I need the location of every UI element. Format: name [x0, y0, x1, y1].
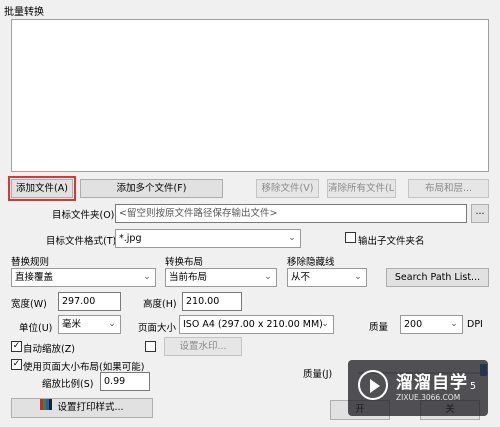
target-folder-input[interactable]: <留空则按原文件路径保存输出文件>: [115, 204, 467, 223]
replace-rule-value: 直接覆盖: [15, 272, 54, 283]
quality-j-label: 质量(J): [303, 369, 333, 380]
file-list[interactable]: [11, 19, 489, 172]
print-style-icon: [40, 399, 53, 416]
auto-zoom-label: 自动缩放(Z): [23, 344, 75, 355]
search-path-list-button[interactable]: Search Path List...: [386, 268, 489, 287]
chevron-down-icon: ⌄: [264, 272, 272, 282]
width-input[interactable]: 297.00: [58, 292, 121, 311]
convert-layout-select[interactable]: 当前布局 ⌄: [165, 268, 277, 287]
remove-hidden-lines-label: 移除隐藏线: [287, 257, 335, 268]
quality-dpi-value: 200: [404, 319, 423, 330]
chevron-down-icon: ⌄: [143, 272, 151, 282]
page-size-select[interactable]: ISO A4 (297.00 x 210.00 MM) ⌄: [179, 315, 334, 334]
browse-folder-button[interactable]: ...: [471, 204, 489, 223]
title-bar: 批量转换: [0, 0, 500, 18]
unit-label: 单位(U): [19, 323, 53, 334]
target-folder-label: 目标文件夹(O): [52, 210, 115, 221]
use-page-size-layout-checkbox[interactable]: ✓: [11, 359, 22, 370]
zoom-ratio-label: 缩放比例(S): [42, 379, 94, 390]
watermark-checkbox[interactable]: [145, 341, 156, 352]
output-subfolder-label: 输出子文件夹名: [358, 236, 425, 247]
watermark-digit: 5: [470, 381, 477, 392]
unit-select[interactable]: 毫米 ⌄: [58, 315, 121, 334]
add-multiple-files-button[interactable]: 添加多个文件(F): [80, 179, 223, 198]
replace-rule-label: 替换规则: [11, 257, 50, 268]
play-logo-icon: [358, 370, 388, 400]
unit-value: 毫米: [62, 319, 82, 330]
chevron-down-icon: ⌄: [450, 319, 458, 329]
print-style-label: 设置打印样式...: [57, 402, 124, 413]
auto-zoom-checkbox[interactable]: ✓: [11, 341, 22, 352]
chevron-down-icon: ⌄: [354, 272, 362, 282]
convert-layout-label: 转换布局: [165, 257, 204, 268]
clear-all-files-button[interactable]: 清除所有文件(L): [327, 179, 396, 198]
add-file-button[interactable]: 添加文件(A): [8, 176, 76, 201]
dpi-unit-label: DPI: [467, 319, 483, 330]
page-size-value: ISO A4 (297.00 x 210.00 MM): [183, 319, 323, 330]
layout-layers-button[interactable]: 布局和层...: [408, 179, 489, 198]
print-style-button[interactable]: 设置打印样式...: [11, 398, 153, 418]
watermark-title: 溜溜自学: [396, 373, 468, 393]
target-format-value: *.jpg: [119, 233, 142, 244]
brand-watermark: 溜溜自学 ZIXUE.3066.COM: [348, 360, 488, 416]
height-input[interactable]: 210.00: [182, 292, 242, 311]
target-format-select[interactable]: *.jpg ⌄: [115, 229, 301, 248]
remove-hidden-lines-select[interactable]: 从不 ⌄: [287, 268, 367, 287]
remove-file-button[interactable]: 移除文件(V): [256, 179, 319, 198]
zoom-ratio-input[interactable]: 0.99: [100, 372, 150, 391]
set-watermark-button[interactable]: 设置水印...: [164, 337, 242, 356]
output-subfolder-checkbox[interactable]: [345, 232, 356, 243]
chevron-down-icon: ⌄: [108, 319, 116, 329]
width-label: 宽度(W): [11, 299, 47, 310]
watermark-url: ZIXUE.3066.COM: [396, 393, 461, 402]
chevron-down-icon: ⌄: [321, 319, 329, 329]
quality-dpi-select[interactable]: 200 ⌄: [400, 315, 463, 334]
target-format-label: 目标文件格式(T): [46, 236, 117, 247]
page-size-label: 页面大小: [138, 323, 177, 334]
quality-dpi-label: 质量: [369, 322, 389, 333]
use-page-size-layout-label: 使用页面大小布局(如果可能): [23, 362, 145, 373]
window-title: 批量转换: [4, 7, 44, 18]
convert-layout-value: 当前布局: [169, 272, 208, 283]
chevron-down-icon: ⌄: [288, 233, 296, 243]
replace-rule-select[interactable]: 直接覆盖 ⌄: [11, 268, 156, 287]
remove-hidden-lines-value: 从不: [291, 272, 311, 283]
height-label: 高度(H): [143, 299, 177, 310]
